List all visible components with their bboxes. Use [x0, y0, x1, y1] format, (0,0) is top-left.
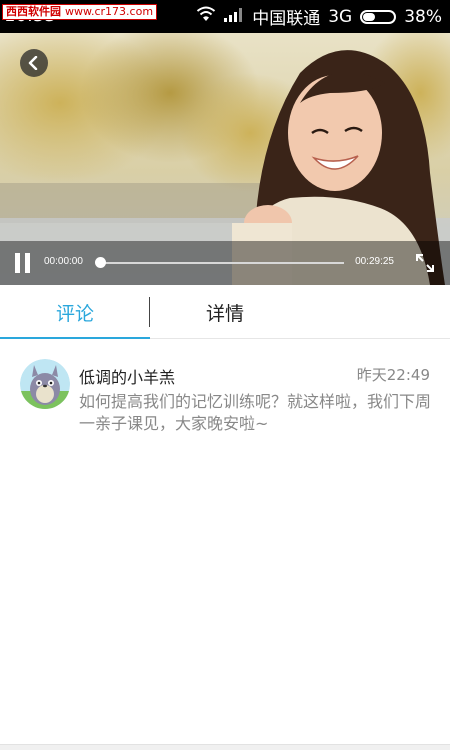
comment-username[interactable]: 低调的小羊羔 — [79, 364, 175, 388]
comment-text: 如何提高我们的记忆训练呢？就这样啦，我们下周一亲子课见，大家晚安啦~ — [79, 392, 432, 433]
fullscreen-button[interactable] — [414, 252, 436, 274]
pause-button[interactable] — [12, 251, 34, 275]
tab-comments-label: 评论 — [55, 302, 94, 325]
carrier: 中国联通 — [252, 9, 321, 29]
battery-percent: 38% — [404, 6, 442, 27]
fullscreen-icon — [416, 254, 434, 272]
tab-bar: 评论 详情 — [0, 285, 450, 339]
progress-thumb[interactable] — [95, 257, 106, 268]
back-arrow-icon — [28, 56, 38, 70]
progress-track[interactable] — [100, 262, 344, 264]
tab-comments[interactable]: 评论 — [0, 285, 150, 339]
status-right: 中国联通 3G 38% — [196, 0, 442, 33]
status-bar: 10:53 西西软件园www.cr173.com 中国联通 3G 38% — [0, 0, 450, 33]
tab-details[interactable]: 详情 — [150, 285, 300, 339]
battery-fill — [363, 12, 375, 21]
video-player[interactable]: 00:00:00 00:29:25 — [0, 33, 450, 285]
watermark-site: 西西软件园 — [6, 5, 61, 18]
comment-time: 昨天22:49 — [356, 366, 430, 384]
battery-icon — [360, 9, 397, 24]
total-time: 00:29:25 — [355, 256, 394, 267]
comment-item: 低调的小羊羔 昨天22:49 如何提高我们的记忆训练呢？就这样啦，我们下周一亲子… — [0, 339, 450, 449]
watermark-logo: 西西软件园 www.cr173.com — [2, 4, 158, 20]
back-button[interactable] — [20, 49, 48, 77]
avatar[interactable] — [20, 359, 70, 409]
bottom-divider — [0, 744, 450, 750]
signal-icon — [224, 7, 244, 27]
wifi-icon — [196, 6, 216, 27]
video-controls: 00:00:00 00:29:25 — [0, 241, 450, 285]
current-time: 00:00:00 — [44, 256, 83, 267]
watermark-url: www.cr173.com — [65, 5, 154, 18]
tab-details-label: 详情 — [205, 302, 244, 325]
network-type: 3G — [328, 6, 353, 27]
pause-icon — [15, 253, 30, 273]
